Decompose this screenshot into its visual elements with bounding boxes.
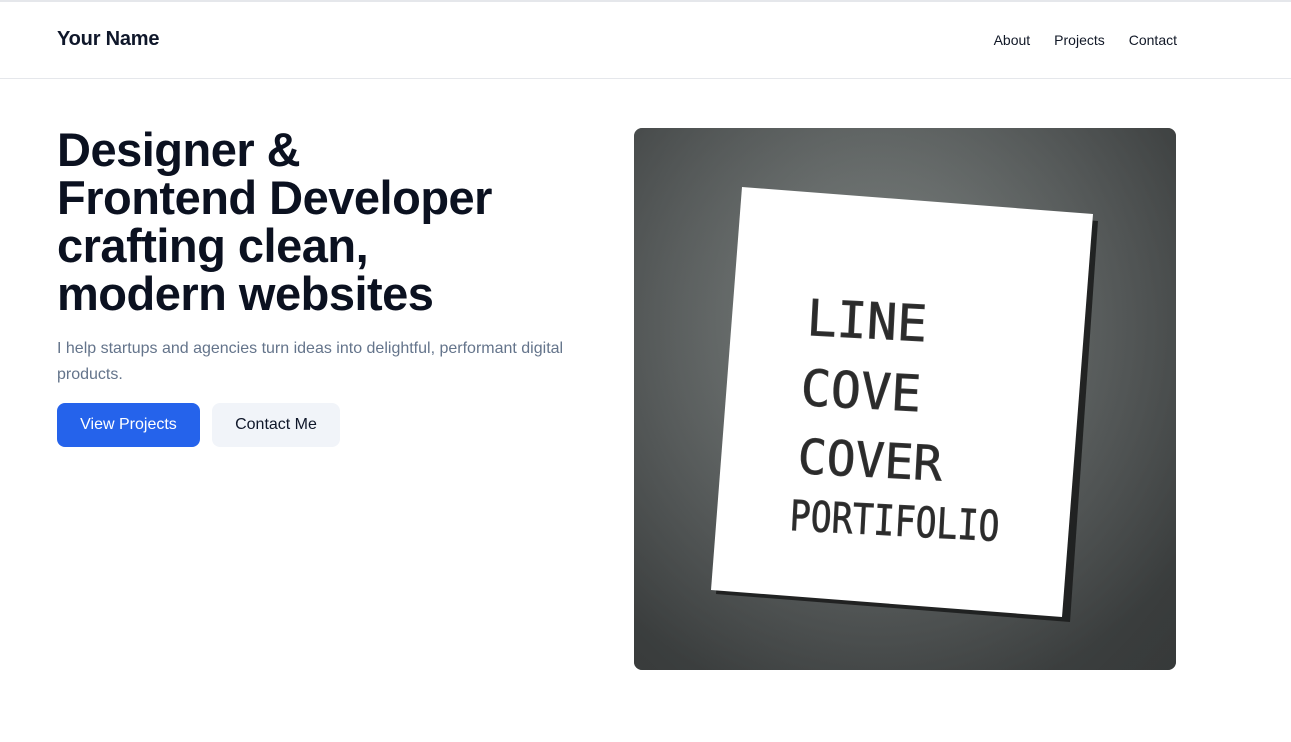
paper-line: LINE	[805, 289, 928, 353]
paper-line: COVE	[799, 359, 922, 423]
nav-link-contact[interactable]: Contact	[1129, 32, 1177, 48]
hero-title-line: modern websites	[57, 267, 434, 320]
nav-link-projects[interactable]: Projects	[1054, 32, 1105, 48]
brand-logo-text[interactable]: Your Name	[57, 28, 160, 51]
hero-title: Designer & Frontend Developer crafting c…	[57, 126, 597, 318]
hero-title-line: Frontend Developer	[57, 171, 492, 224]
view-projects-button[interactable]: View Projects	[57, 403, 200, 447]
paper-illustration: LINE COVE COVER PORTIFOLIO	[634, 128, 1176, 670]
site-header: Your Name About Projects Contact	[0, 2, 1291, 79]
nav-link-about[interactable]: About	[994, 32, 1031, 48]
hero-subtitle: I help startups and agencies turn ideas …	[57, 340, 564, 383]
paper-line: COVER	[796, 429, 943, 492]
contact-me-button[interactable]: Contact Me	[212, 403, 340, 447]
hero-title-line: Designer &	[57, 123, 301, 176]
hero-title-line: crafting clean,	[57, 219, 369, 272]
hero-image: LINE COVE COVER PORTIFOLIO	[634, 128, 1176, 670]
main-nav: About Projects Contact	[994, 32, 1177, 48]
hero-actions: View Projects Contact Me	[57, 403, 340, 447]
